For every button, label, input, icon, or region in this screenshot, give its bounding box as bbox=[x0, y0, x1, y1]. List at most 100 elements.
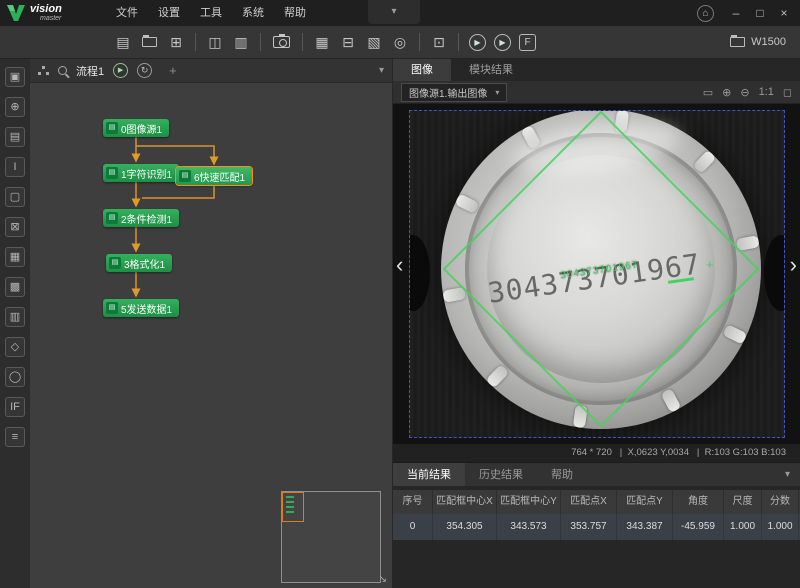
col-match-point-y: 匹配点Y bbox=[617, 490, 673, 514]
node-label: 2条件检测1 bbox=[121, 211, 172, 226]
main-area: ▣ ⊕ ▤ I ▢ ⊠ ▦ ▩ ▥ ◇ ◯ IF ≡ 流程1 ▶ ↻ + ▾ bbox=[0, 59, 800, 588]
workspace-indicator[interactable]: W1500 bbox=[730, 36, 786, 48]
chart-tool-icon[interactable]: ▥ bbox=[5, 307, 25, 327]
search-icon[interactable] bbox=[58, 66, 67, 75]
tab-help[interactable]: 帮助 bbox=[537, 463, 587, 487]
menu-bar: 文件 设置 工具 系统 帮助 bbox=[106, 0, 316, 26]
app-logo: vision master bbox=[0, 0, 106, 26]
save-all-icon[interactable]: ⊞ bbox=[165, 31, 187, 53]
locate-tool-icon[interactable]: ⊕ bbox=[5, 97, 25, 117]
flow-tab[interactable]: 流程1 bbox=[76, 63, 104, 79]
send-data-node-icon: ▤ bbox=[106, 302, 118, 314]
monitor-icon[interactable]: ⊟ bbox=[337, 31, 359, 53]
flow-tree-icon[interactable] bbox=[38, 66, 49, 75]
menu-system[interactable]: 系统 bbox=[232, 0, 274, 26]
camera-icon[interactable] bbox=[273, 36, 290, 48]
document-icon[interactable]: ◫ bbox=[204, 31, 226, 53]
col-index: 序号 bbox=[393, 490, 433, 514]
toolbar-separator bbox=[458, 33, 459, 51]
text-tool-icon[interactable]: I bbox=[5, 157, 25, 177]
next-image-icon[interactable]: › bbox=[790, 254, 797, 276]
region-tool-icon[interactable]: ▢ bbox=[5, 187, 25, 207]
save-icon[interactable]: ▤ bbox=[112, 31, 134, 53]
chevron-down-icon: ▾ bbox=[495, 88, 499, 97]
toolbar-separator bbox=[419, 33, 420, 51]
minimize-button[interactable]: – bbox=[724, 0, 748, 26]
fixture-right bbox=[764, 235, 785, 311]
result-table: 序号 匹配框中心X 匹配框中心Y 匹配点X 匹配点Y 角度 尺度 分数 0 35… bbox=[393, 486, 800, 588]
table-row[interactable]: 0 354.305 343.573 353.757 343.387 -45.95… bbox=[393, 514, 800, 540]
globe-icon[interactable]: ◎ bbox=[389, 31, 411, 53]
maximize-button[interactable]: □ bbox=[748, 0, 772, 26]
image-tool-icon[interactable]: ▤ bbox=[5, 127, 25, 147]
timer-tool-icon[interactable]: ◯ bbox=[5, 367, 25, 387]
flow-run-icon[interactable]: ▶ bbox=[113, 63, 128, 78]
col-scale: 尺度 bbox=[724, 490, 762, 514]
viewer-toolbar: 图像源1.输出图像 ▾ ▭ ⊕ ⊖ 1:1 ◻ bbox=[393, 81, 800, 104]
image-viewer[interactable]: 304373701967 304373701967 + ‹ › bbox=[393, 104, 800, 444]
open-folder-icon[interactable] bbox=[142, 37, 157, 47]
cell-index: 0 bbox=[393, 514, 433, 540]
menu-file[interactable]: 文件 bbox=[106, 0, 148, 26]
camera-tool-icon[interactable]: ▣ bbox=[5, 67, 25, 87]
close-button[interactable]: × bbox=[772, 0, 796, 26]
export-icon[interactable]: ▥ bbox=[230, 31, 252, 53]
menu-settings[interactable]: 设置 bbox=[148, 0, 190, 26]
fullscreen-icon[interactable]: ◻ bbox=[783, 86, 792, 99]
flow-node-send-data[interactable]: ▤ 5发送数据1 bbox=[103, 299, 179, 317]
flow-node-fast-match[interactable]: ▤ 6快速匹配1 bbox=[176, 167, 252, 185]
run-config-icon[interactable]: ⊡ bbox=[428, 31, 450, 53]
tool-sidebar: ▣ ⊕ ▤ I ▢ ⊠ ▦ ▩ ▥ ◇ ◯ IF ≡ bbox=[0, 59, 30, 588]
tab-current-result[interactable]: 当前结果 bbox=[393, 463, 465, 487]
cell-scale: 1.000 bbox=[724, 514, 762, 540]
node-label: 0图像源1 bbox=[121, 121, 162, 136]
zoom-in-icon[interactable]: ⊕ bbox=[722, 86, 731, 99]
run-once-button[interactable]: ▶ bbox=[494, 34, 511, 51]
format-node-icon: ▤ bbox=[109, 257, 121, 269]
flow-loop-icon[interactable]: ↻ bbox=[137, 63, 152, 78]
col-match-point-x: 匹配点X bbox=[561, 490, 617, 514]
menu-help[interactable]: 帮助 bbox=[274, 0, 316, 26]
main-toolbar: ▤ ⊞ ◫ ▥ ▦ ⊟ ▧ ◎ ⊡ ▶ ▶ F W1500 bbox=[0, 26, 800, 59]
menu-tools[interactable]: 工具 bbox=[190, 0, 232, 26]
workspace-name: W1500 bbox=[751, 36, 786, 48]
tab-module-result[interactable]: 模块结果 bbox=[451, 59, 531, 81]
flow-canvas[interactable]: ▤ 0图像源1 ▤ 1字符识别1 ▤ 6快速匹配1 ▤ 2条件检测1 ▤ 3格式… bbox=[30, 84, 392, 588]
cell-angle: -45.959 bbox=[673, 514, 724, 540]
titlebar-chevron-icon[interactable]: ▾ bbox=[368, 0, 420, 24]
tag-icon[interactable]: ▧ bbox=[363, 31, 385, 53]
flow-node-ocr[interactable]: ▤ 1字符识别1 bbox=[103, 164, 179, 182]
image-source-selector[interactable]: 图像源1.输出图像 ▾ bbox=[401, 83, 507, 102]
flow-node-image-source[interactable]: ▤ 0图像源1 bbox=[103, 119, 169, 137]
flow-node-condition-check[interactable]: ▤ 2条件检测1 bbox=[103, 209, 179, 227]
flow-node-format[interactable]: ▤ 3格式化1 bbox=[106, 254, 172, 272]
resize-handle-icon[interactable]: ↘ bbox=[379, 574, 387, 585]
flow-header: 流程1 ▶ ↻ + ▾ bbox=[30, 59, 392, 83]
col-angle: 角度 bbox=[673, 490, 724, 514]
prev-image-icon[interactable]: ‹ bbox=[396, 254, 403, 276]
flow-collapse-icon[interactable]: ▾ bbox=[379, 65, 384, 76]
tab-image[interactable]: 图像 bbox=[393, 59, 451, 81]
window-controls: ⌂ – □ × bbox=[697, 0, 796, 26]
mask-tool-icon[interactable]: ◇ bbox=[5, 337, 25, 357]
defect-tool-icon[interactable]: ⊠ bbox=[5, 217, 25, 237]
flow-minimap[interactable] bbox=[281, 491, 381, 583]
list-tool-icon[interactable]: ≡ bbox=[5, 427, 25, 447]
table-tool-icon[interactable]: ▦ bbox=[5, 247, 25, 267]
actual-size-icon[interactable]: 1:1 bbox=[759, 86, 774, 98]
logo-subtext: master bbox=[30, 15, 62, 23]
home-icon[interactable]: ⌂ bbox=[697, 5, 714, 22]
collapse-results-icon[interactable]: ▾ bbox=[785, 469, 790, 480]
f-mode-button[interactable]: F bbox=[519, 34, 536, 51]
tab-history-result[interactable]: 历史结果 bbox=[465, 463, 537, 487]
zoom-out-icon[interactable]: ⊖ bbox=[740, 86, 749, 99]
table-view-icon[interactable]: ▦ bbox=[311, 31, 333, 53]
result-tabs: 当前结果 历史结果 帮助 ▾ bbox=[393, 462, 800, 486]
run-continuous-button[interactable]: ▶ bbox=[469, 34, 486, 51]
if-logic-tool-icon[interactable]: IF bbox=[5, 397, 25, 417]
cell-score: 1.000 bbox=[762, 514, 799, 540]
vision-master-logo-icon bbox=[6, 4, 26, 22]
fit-view-icon[interactable]: ▭ bbox=[703, 86, 713, 99]
measure-tool-icon[interactable]: ▩ bbox=[5, 277, 25, 297]
flow-add-icon[interactable]: + bbox=[169, 63, 177, 78]
